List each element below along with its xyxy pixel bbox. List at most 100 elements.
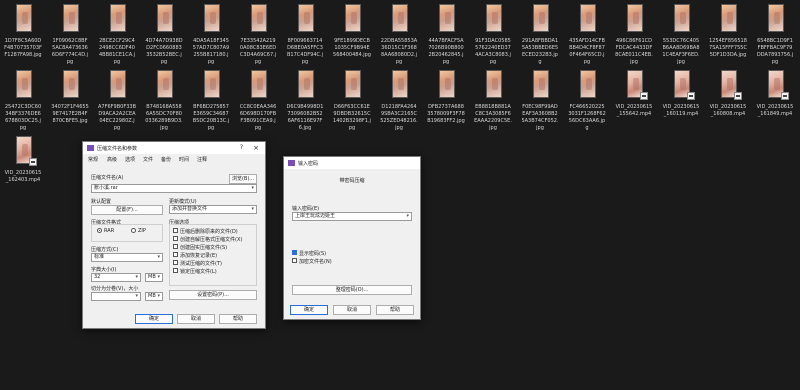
- file-thumbnail: [580, 4, 596, 32]
- file-name-label: 22DBA55853A36D15C1F3688AA68080D2.jpg: [380, 38, 418, 65]
- video-badge-icon: [29, 158, 37, 166]
- dict-unit-select[interactable]: MB: [145, 273, 163, 282]
- file-thumbnail: [16, 4, 32, 32]
- option-recovery-checkbox[interactable]: [173, 252, 178, 257]
- password-input[interactable]: 上岸王玩炫迈姬王: [292, 212, 412, 221]
- video-badge-icon: [640, 92, 648, 100]
- file-thumbnail: [580, 70, 596, 98]
- file-thumbnail: [533, 4, 549, 32]
- file-thumbnail: [392, 70, 408, 98]
- password-dialog-titlebar[interactable]: 输入密码: [284, 157, 420, 169]
- password-dialog-title: 输入密码: [298, 161, 319, 167]
- tab-backup[interactable]: 备份: [161, 156, 171, 163]
- help-button[interactable]: 帮助: [219, 314, 257, 324]
- file-thumbnail: [251, 4, 267, 32]
- encrypt-names-checkbox[interactable]: [292, 258, 297, 263]
- password-label: 输入密码(E): [292, 206, 320, 212]
- file-name-label: EB8818B881AC8C3A3085F6EAAA2209C5E.jpg: [474, 104, 512, 131]
- method-select[interactable]: 标准: [91, 253, 163, 262]
- file-name-label: 25472C3DC6034BF3376DE6678803DC25.jpg: [4, 104, 42, 131]
- password-cancel-button[interactable]: 取消: [333, 305, 371, 315]
- organize-passwords-button[interactable]: 整理密码(O)...: [292, 285, 412, 295]
- option-test-checkbox[interactable]: [173, 260, 178, 265]
- option-recovery-label: 添加恢复记录(E): [180, 253, 218, 259]
- file-name-label: BF6BD275857E3659C34687B5DC20B13C.jpg: [192, 104, 230, 131]
- file-name-label: A7F6F9B0F33BD9ACA2A2CEA04EC22980Z.jpg: [98, 104, 136, 131]
- file-thumbnail: [298, 4, 314, 32]
- file-thumbnail: [345, 4, 361, 32]
- format-zip-label: ZIP: [138, 228, 146, 234]
- set-password-button[interactable]: 设置密码(P)...: [169, 290, 257, 300]
- ok-button[interactable]: 确定: [135, 314, 173, 324]
- winrar-icon: [87, 145, 94, 151]
- file-thumbnail: [63, 70, 79, 98]
- option-solid-checkbox[interactable]: [173, 244, 178, 249]
- dict-select[interactable]: 32: [91, 273, 141, 282]
- file-name-label: FC4665202253031F1268F6256DC63AA6.jpg: [568, 104, 606, 131]
- option-delete-checkbox[interactable]: [173, 228, 178, 233]
- file-name-label: 6548BC1D9F1FBFFBAC9F79DDA7893756.jpg: [756, 38, 794, 65]
- file-thumbnail: [204, 4, 220, 32]
- file-thumbnail: [392, 4, 408, 32]
- profiles-button[interactable]: 配置(F)...: [91, 205, 163, 215]
- file-name-label: D6C9B4998D173096082B526AF6116E97F6.jpg: [286, 104, 324, 131]
- option-lock-label: 锁定压缩文件(L): [180, 269, 217, 275]
- file-name-label: 8F009663714D6BE0A5FFC3B17C4DF94C.jpg: [286, 38, 324, 65]
- tab-advanced[interactable]: 高级: [107, 156, 117, 163]
- file-thumbnail: [486, 4, 502, 32]
- format-rar-radio[interactable]: [97, 228, 102, 233]
- split-size-input[interactable]: [91, 292, 141, 301]
- format-rar-label: RAR: [104, 228, 115, 234]
- tab-general[interactable]: 常规: [88, 156, 98, 163]
- file-name-label: 291A8FBBDA15A53BBED6E5ECED232B3.jpg: [521, 38, 559, 65]
- format-zip-radio[interactable]: [131, 228, 136, 233]
- video-badge-icon: [687, 92, 695, 100]
- file-name-label: VID_20230615_160808.mp4: [709, 104, 747, 117]
- file-thumbnail: [63, 4, 79, 32]
- cancel-button[interactable]: 取消: [177, 314, 215, 324]
- archive-dialog-titlebar[interactable]: 压缩文件名和参数 ? ×: [83, 142, 265, 154]
- file-name-label: 91F3DAC05855762240ED374ACA3C8083.jpg: [475, 38, 511, 65]
- help-icon[interactable]: ?: [240, 144, 243, 151]
- video-badge-icon: [734, 92, 742, 100]
- file-thumbnail: [439, 4, 455, 32]
- option-lock-checkbox[interactable]: [173, 268, 178, 273]
- show-password-checkbox[interactable]: [292, 250, 297, 255]
- file-name-label: CC8C0EAA3466D698D170FBF3B091CEA9.jpg: [239, 104, 277, 131]
- show-password-label: 显示密码(S): [299, 251, 327, 257]
- update-mode-label: 更新模式(U): [169, 199, 197, 205]
- close-icon[interactable]: ×: [253, 144, 259, 152]
- password-dialog: 输入密码 带密码压缩 输入密码(E) 上岸王玩炫迈姬王 显示密码(S) 加密文件…: [283, 156, 421, 320]
- dict-label: 字典大小(I): [91, 267, 117, 273]
- file-name-label: 4DA5A18F34557AD7C807A9255B817180.jpg: [192, 38, 230, 65]
- browse-button[interactable]: 浏览(B)...: [229, 174, 257, 184]
- file-name-label: 1D7F8C5A60DF4B70735703FF1287FA98.jpg: [4, 38, 42, 58]
- tab-options[interactable]: 选项: [125, 156, 135, 163]
- file-thumbnail: [251, 70, 267, 98]
- archive-name-input[interactable]: 账小溪.rar: [91, 184, 257, 193]
- file-thumbnail: [157, 4, 173, 32]
- split-unit-select[interactable]: MB: [145, 292, 163, 301]
- tab-files[interactable]: 文件: [143, 156, 153, 163]
- tab-comment[interactable]: 注释: [197, 156, 207, 163]
- option-sfx-label: 创建自解压格式压缩文件(X): [180, 237, 243, 243]
- password-ok-button[interactable]: 确定: [290, 305, 328, 315]
- file-name-label: 435AFD14CFBBB4D4CF8F870F464F65CD.jpg: [569, 38, 605, 65]
- file-name-label: 553DC76C405B6AA8D69BA81C4EAF3F6ED.jpg: [662, 38, 700, 65]
- file-thumbnail: [110, 70, 126, 98]
- file-name-label: 7E33542A2190A08C83E6EDC3D4A69C67.jpg: [239, 38, 277, 65]
- split-label: 切分为分卷(V)，大小: [91, 286, 139, 292]
- archive-dialog-title: 压缩文件名和参数: [97, 146, 138, 152]
- file-name-label: 44A7BFACF5A7026B90B8002B20462845.jpg: [428, 38, 464, 65]
- file-name-label: D66F63CC61E9DBDB32615C1402B3298F1.jpg: [333, 104, 371, 131]
- file-thumbnail: [674, 4, 690, 32]
- file-thumbnail: [204, 70, 220, 98]
- file-name-label: DFB2737A6883578009F3F78B19683FF2.jpg: [427, 104, 465, 124]
- file-name-label: 4D74A7D938DD2FC06608833532B52BEC.jpg: [145, 38, 183, 65]
- file-name-label: 34072F1F46559E7417E2B4F870CBFE5.jpg: [51, 104, 89, 124]
- tab-time[interactable]: 时间: [179, 156, 189, 163]
- password-help-button[interactable]: 帮助: [376, 305, 414, 315]
- update-mode-select[interactable]: 添加并替换文件: [169, 205, 257, 214]
- file-name-label: 2BCE2CF29C42498CC6DF404BB81CE1CA.jpg: [98, 38, 136, 65]
- option-sfx-checkbox[interactable]: [173, 236, 178, 241]
